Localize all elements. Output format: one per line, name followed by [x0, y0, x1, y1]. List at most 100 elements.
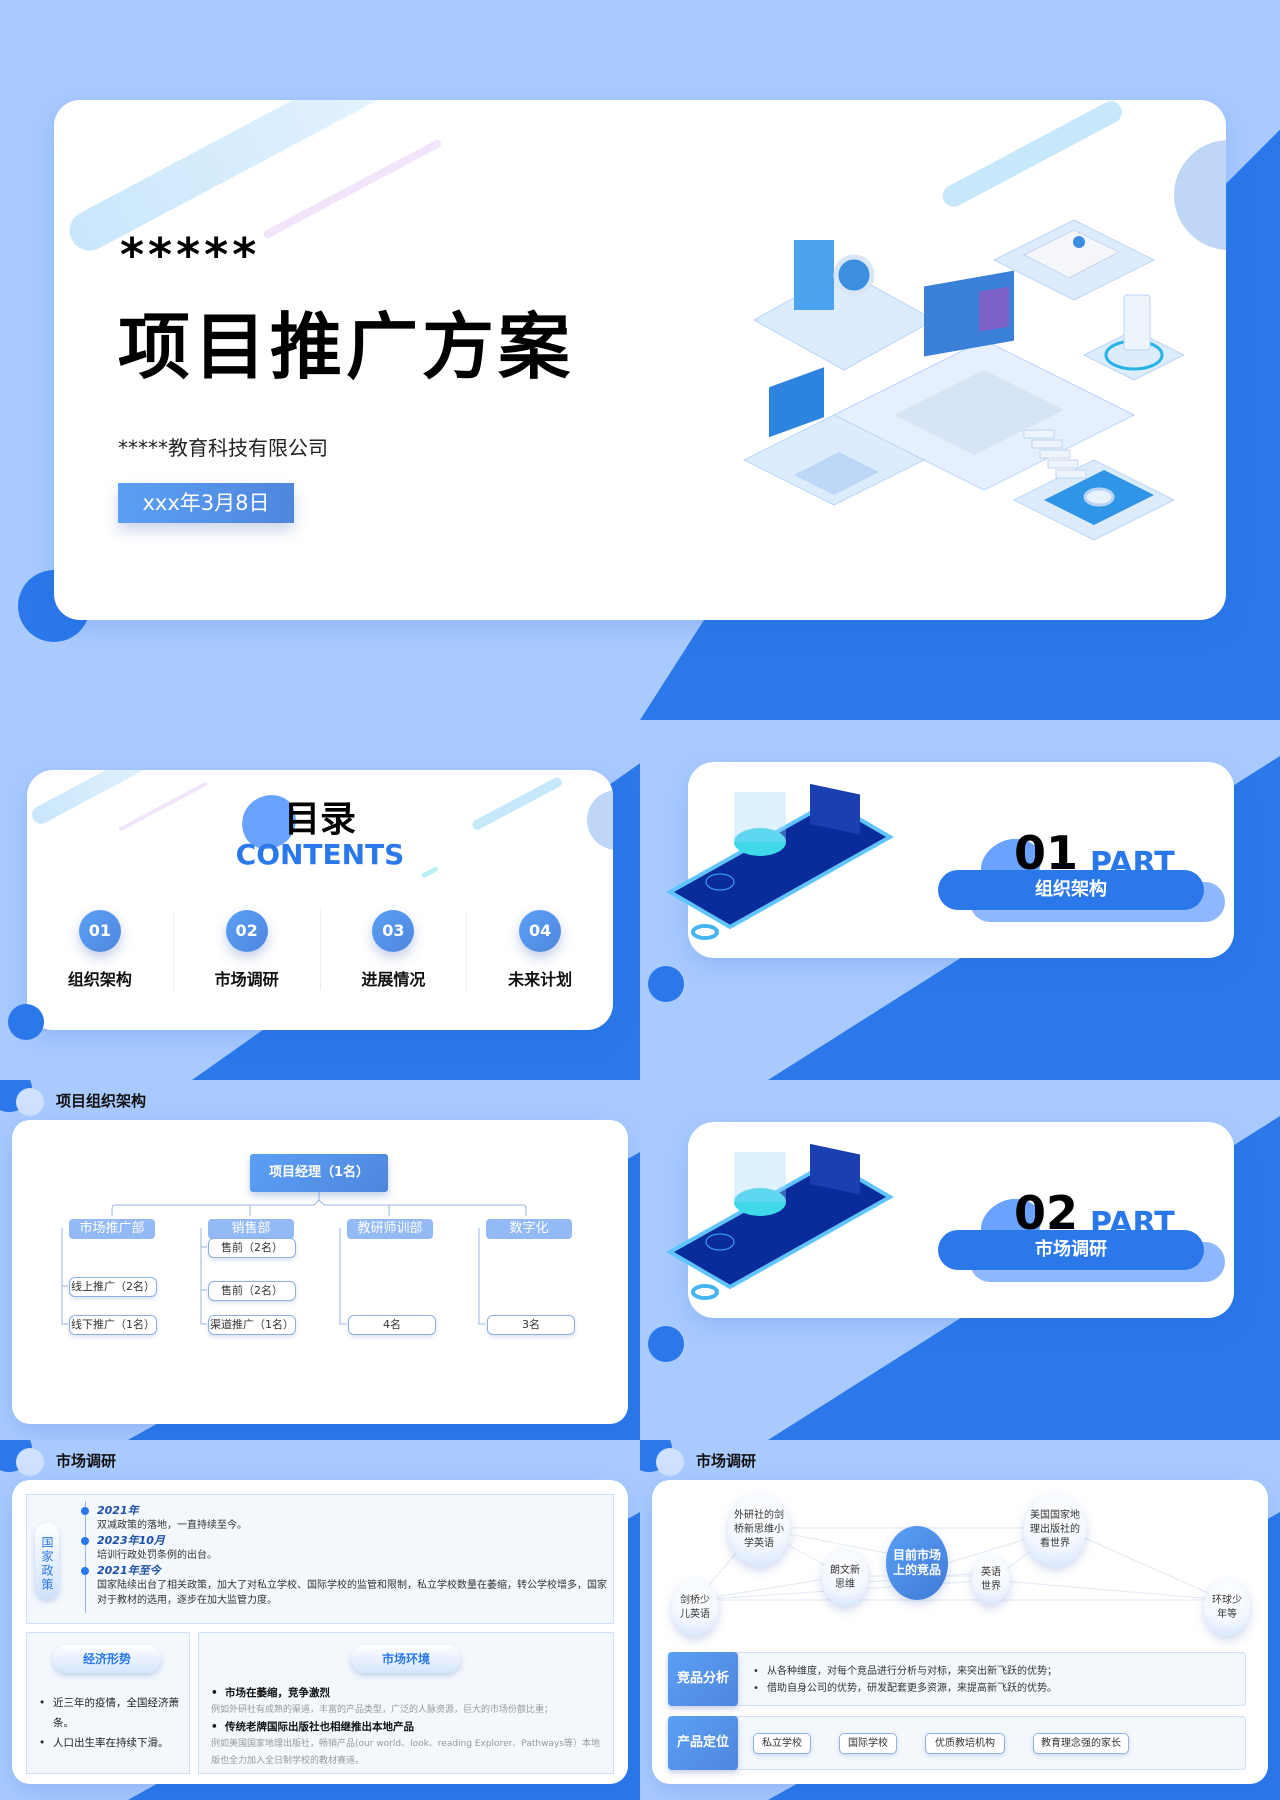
toc-item[interactable]: 01 组织架构 [27, 910, 174, 990]
toc-item[interactable]: 03 进展情况 [321, 910, 468, 990]
platform-right-bottom [1012, 459, 1176, 541]
positioning-chip[interactable]: 教育理念强的家长 [1033, 1733, 1129, 1754]
policy-panel: 国家政策 2021年 双减政策的落地，一直持续至今。 2023年10月 培训行政… [26, 1494, 614, 1624]
timeline-text: 双减政策的落地，一直持续至今。 [97, 1520, 247, 1531]
department-node[interactable]: 数字化 [486, 1219, 572, 1239]
decor-circle [648, 966, 684, 1002]
center-bubble[interactable]: 目前市场上的竞品 [886, 1526, 948, 1600]
positioning-row: 产品定位 私立学校 国际学校 优质教培机构 教育理念强的家长 [668, 1716, 1246, 1770]
toc-number: 04 [519, 910, 562, 952]
toc-list: 01 组织架构 02 市场调研 03 进展情况 04 未来计划 [27, 910, 613, 990]
part-02-slide: 02 PART 市场调研 [640, 1080, 1280, 1440]
section-title: 市场调研 [56, 1452, 117, 1470]
analysis-tag: 竞品分析 [668, 1652, 738, 1706]
timeline-dot [81, 1537, 89, 1545]
member-node[interactable]: 售前（2名） [208, 1238, 296, 1258]
manager-node[interactable]: 项目经理（1名） [250, 1154, 388, 1192]
timeline-year: 2021年 [97, 1504, 139, 1517]
member-node[interactable]: 3名 [487, 1315, 575, 1335]
competitor-bubble[interactable]: 剑桥少儿英语 [672, 1580, 718, 1636]
org-chart-slide: 项目组织架构 项目经理（1名） 市场推广部 销售部 教研师训部 数字化 线上推广… [0, 1080, 640, 1440]
title-slide: ***** 项目推广方案 *****教育科技有限公司 xxx年3月8日 [0, 0, 1280, 720]
competitor-bubble[interactable]: 英语世界 [972, 1556, 1010, 1604]
timeline: 2021年 双减政策的落地，一直持续至今。 2023年10月 培训行政处罚条例的… [77, 1503, 607, 1608]
platform-left-top [752, 240, 936, 371]
toc-number: 01 [78, 910, 121, 952]
toc-label: 进展情况 [361, 970, 426, 989]
header-dot [656, 1448, 684, 1476]
timeline-year: 2023年10月 [97, 1534, 165, 1547]
decor-circle [8, 1004, 44, 1040]
positioning-chip[interactable]: 优质教培机构 [925, 1733, 1005, 1754]
market-research-slide-1: 市场调研 国家政策 2021年 双减政策的落地，一直持续至今。 2023年10月… [0, 1440, 640, 1800]
toc-label: 组织架构 [67, 970, 132, 989]
toc-title: 目录 [283, 799, 356, 840]
economy-list: 近三年的疫情，全国经济萧条。 人口出生率在持续下滑。 [39, 1693, 185, 1753]
market-list: 市场在萎缩，竞争激烈 例如外研社有成熟的渠道，丰富的产品类型，广泛的人脉资源，巨… [211, 1685, 607, 1770]
section-header: 市场调研 [640, 1440, 1280, 1480]
department-node[interactable]: 市场推广部 [69, 1219, 155, 1239]
toc-label: 未来计划 [508, 970, 573, 989]
toc-item[interactable]: 02 市场调研 [174, 910, 321, 990]
stars-text: ***** [120, 228, 261, 282]
platform-right-top [992, 219, 1156, 301]
market-title: 市场环境 [351, 1645, 461, 1673]
title-card: ***** 项目推广方案 *****教育科技有限公司 xxx年3月8日 [54, 100, 1226, 620]
timeline-entry: 2021年至今 国家陆续出台了相关政策，加大了对私立学校、国际学校的监管和限制，… [77, 1563, 607, 1608]
market-point: 传统老牌国际出版社也相继推出本地产品 [211, 1719, 607, 1736]
section-title: 项目组织架构 [56, 1092, 147, 1110]
part-label: 市场调研 [938, 1230, 1204, 1270]
toc-number: 02 [225, 910, 268, 952]
economy-panel: 经济形势 近三年的疫情，全国经济萧条。 人口出生率在持续下滑。 [26, 1632, 190, 1774]
member-node[interactable]: 线下推广（1名） [69, 1315, 157, 1335]
economy-title: 经济形势 [53, 1645, 161, 1673]
department-node[interactable]: 教研师训部 [347, 1219, 433, 1239]
decor-circle [648, 1326, 684, 1362]
timeline-entry: 2023年10月 培训行政处罚条例的出台。 [77, 1533, 607, 1563]
header-dot [16, 1088, 44, 1116]
competitor-bubble[interactable]: 美国国家地理出版社的看世界 [1024, 1494, 1086, 1566]
member-node[interactable]: 线上推广（2名） [69, 1277, 157, 1297]
economy-item: 人口出生率在持续下滑。 [39, 1733, 185, 1753]
section-header: 市场调研 [0, 1440, 640, 1480]
part-label: 组织架构 [938, 870, 1204, 910]
toc-card: 目录 CONTENTS 01 组织架构 02 市场调研 03 进展情况 04 未… [27, 770, 613, 1030]
market-detail: 例如外研社有成熟的渠道，丰富的产品类型，广泛的人脉资源，巨大的市场份额比重； [211, 1705, 554, 1715]
timeline-text: 培训行政处罚条例的出台。 [97, 1550, 217, 1561]
positioning-chip[interactable]: 私立学校 [753, 1733, 811, 1754]
date-badge: xxx年3月8日 [118, 483, 294, 523]
section-header: 项目组织架构 [0, 1080, 640, 1120]
member-node[interactable]: 售前（2名） [208, 1281, 296, 1301]
toc-number: 03 [372, 910, 415, 952]
toc-item[interactable]: 04 未来计划 [467, 910, 613, 990]
analysis-row: 竞品分析 从各种维度，对每个竞品进行分析与对标，来突出新飞跃的优势； 借助自身公… [668, 1652, 1246, 1706]
member-node[interactable]: 渠道推广（1名） [208, 1315, 296, 1335]
positioning-chip[interactable]: 国际学校 [839, 1733, 897, 1754]
timeline-entry: 2021年 双减政策的落地，一直持续至今。 [77, 1503, 607, 1533]
market-research-slide-2: 市场调研 外研社的剑桥新思维小学英语 朗文新思维 剑桥少儿英语 目前市场上的竞品… [640, 1440, 1280, 1800]
timeline-text: 国家陆续出台了相关政策，加大了对私立学校、国际学校的监管和限制，私立学校数量在萎… [97, 1580, 607, 1606]
decor-stripe [262, 138, 443, 240]
timeline-dot [81, 1507, 89, 1515]
timeline-dot [81, 1567, 89, 1575]
positioning-tag: 产品定位 [668, 1716, 738, 1770]
analysis-item: 从各种维度，对每个竞品进行分析与对标，来突出新飞跃的优势； [753, 1663, 1057, 1680]
competitor-card: 外研社的剑桥新思维小学英语 朗文新思维 剑桥少儿英语 目前市场上的竞品 美国国家… [652, 1480, 1268, 1784]
decor-stripe [938, 100, 1126, 211]
research-card: 国家政策 2021年 双减政策的落地，一直持续至今。 2023年10月 培训行政… [12, 1480, 628, 1784]
member-node[interactable]: 4名 [348, 1315, 436, 1335]
analysis-item: 借助自身公司的优势，研发配套更多资源，来提高新飞跃的优势。 [753, 1680, 1057, 1697]
competitor-bubble[interactable]: 朗文新思维 [822, 1550, 868, 1606]
competitor-bubble[interactable]: 外研社的剑桥新思维小学英语 [728, 1494, 790, 1566]
platform-right-mid [1082, 294, 1186, 381]
department-node[interactable]: 销售部 [208, 1219, 294, 1239]
toc-slide: 目录 CONTENTS 01 组织架构 02 市场调研 03 进展情况 04 未… [0, 720, 640, 1080]
market-detail: 例如美国国家地理出版社，畅销产品(our world、look、reading … [211, 1739, 600, 1766]
toc-subtitle: CONTENTS [235, 838, 405, 871]
phone-security-illustration [665, 1143, 895, 1300]
header-dot [16, 1448, 44, 1476]
policy-tag: 国家政策 [35, 1523, 59, 1599]
toc-label: 市场调研 [214, 970, 279, 989]
isometric-tech-illustration [742, 219, 1186, 541]
competitor-bubble[interactable]: 环球少年等 [1204, 1580, 1250, 1636]
